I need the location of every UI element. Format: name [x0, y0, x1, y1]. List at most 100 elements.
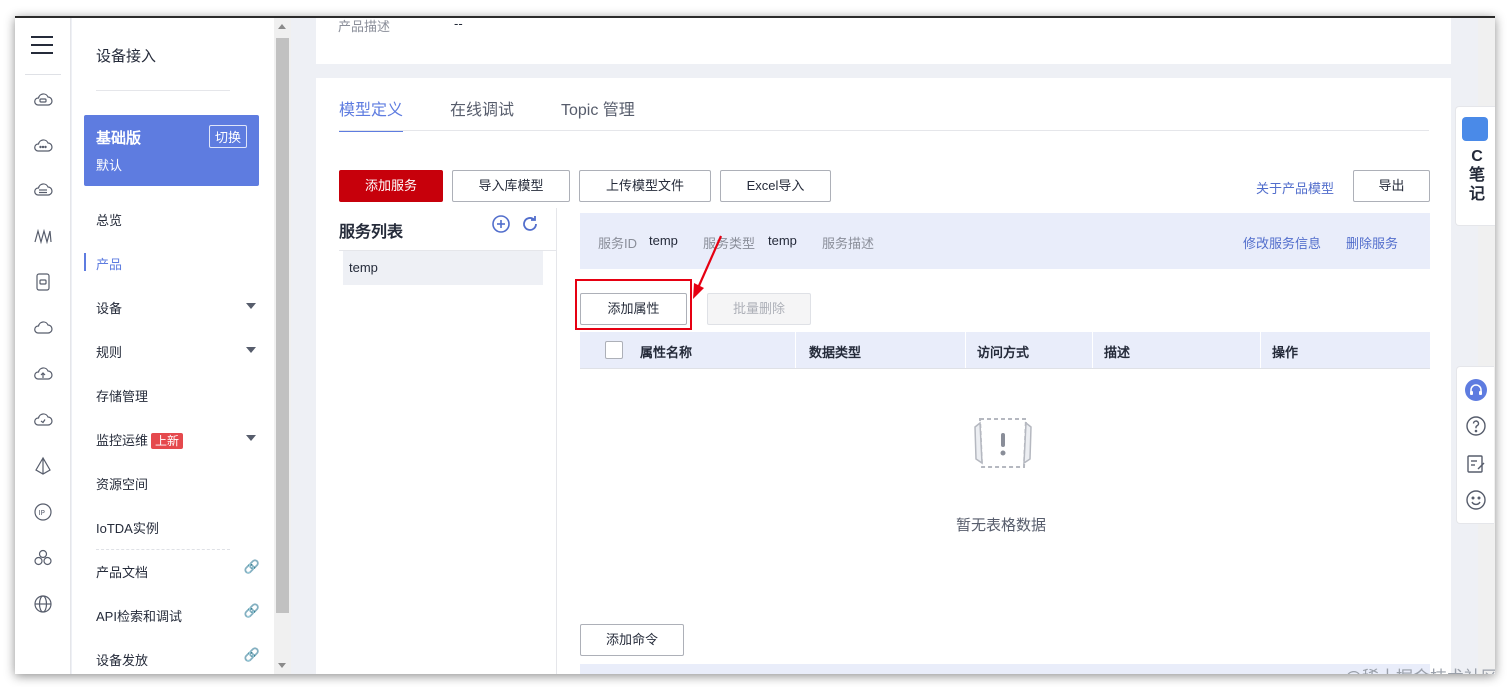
refresh-icon[interactable] [520, 214, 540, 234]
sidebar-item-label: 总览 [96, 213, 123, 228]
sidebar-scrollbar[interactable] [274, 18, 291, 674]
sidebar-divider [96, 90, 230, 91]
column-header: 属性名称 [640, 345, 693, 360]
device-icon[interactable] [33, 272, 53, 292]
product-description-value: -- [454, 16, 463, 31]
caret-down-icon [246, 347, 256, 353]
sidebar-item-device-provisioning[interactable]: 设备发放 🔗 [72, 643, 274, 673]
tab-divider [339, 130, 1429, 131]
sidebar-item-label: 存储管理 [96, 389, 149, 404]
column-divider [1260, 332, 1261, 368]
sidebar-item-product-docs[interactable]: 产品文档 🔗 [72, 555, 274, 585]
help-icon[interactable] [1465, 415, 1487, 437]
external-link-icon: 🔗 [243, 603, 260, 618]
sidebar-item-label: 资源空间 [96, 477, 149, 492]
edition-card: 基础版 默认 切换 [84, 115, 259, 186]
edition-instance: 默认 [96, 158, 123, 173]
empty-data-icon [974, 418, 1032, 468]
edition-switch-button[interactable]: 切换 [208, 125, 247, 148]
property-table-header: 属性名称 数据类型 访问方式 描述 操作 [580, 332, 1430, 368]
edit-note-icon[interactable] [1465, 453, 1487, 475]
ip-icon[interactable]: IP [33, 502, 53, 522]
upload-model-file-button[interactable]: 上传模型文件 [579, 170, 711, 202]
sidebar-item-label: 设备发放 [96, 653, 149, 668]
sidebar-item-label: IoTDA实例 [96, 521, 159, 536]
excel-import-button[interactable]: Excel导入 [720, 170, 831, 202]
sidebar-item-overview[interactable]: 总览 [72, 203, 274, 233]
sidebar: 设备接入 基础版 默认 切换 总览 产品 设备 规则 存储管理 监控运维 上新 资… [72, 18, 274, 674]
menu-icon[interactable] [31, 36, 53, 56]
service-id-value: temp [649, 233, 678, 248]
monitor-cloud-icon[interactable] [33, 410, 53, 430]
sidebar-item-label: 监控运维 [96, 433, 149, 448]
empty-table-text: 暂无表格数据 [956, 517, 1047, 534]
sidebar-item-label: 设备 [96, 301, 123, 316]
tab-model-definition[interactable]: 模型定义 [339, 96, 404, 132]
wave-icon[interactable] [33, 226, 53, 246]
sidebar-item-product[interactable]: 产品 [72, 247, 274, 277]
edit-service-link[interactable]: 修改服务信息 [1243, 233, 1321, 252]
service-list-panel: 服务列表 temp [339, 208, 557, 674]
model-definition-card: 模型定义 在线调试 Topic 管理 添加服务 导入库模型 上传模型文件 Exc… [316, 78, 1451, 674]
new-badge: 上新 [151, 433, 184, 449]
headset-icon[interactable] [1465, 379, 1487, 401]
globe-icon[interactable] [33, 594, 53, 614]
external-link-icon: 🔗 [243, 559, 260, 574]
sidebar-item-label: 产品文档 [96, 565, 149, 580]
column-header: 描述 [1104, 345, 1131, 360]
rail-divider [25, 74, 61, 75]
sidebar-title: 设备接入 [96, 48, 157, 65]
scroll-up-icon[interactable] [278, 24, 286, 29]
add-service-button[interactable]: 添加服务 [339, 170, 443, 202]
add-circle-icon[interactable] [491, 214, 511, 234]
sidebar-item-label: API检索和调试 [96, 609, 182, 624]
cloud-service-icon[interactable] [33, 90, 53, 110]
column-header: 数据类型 [809, 345, 862, 360]
edition-name: 基础版 [96, 130, 142, 147]
column-divider [795, 332, 796, 368]
upload-cloud-icon[interactable] [33, 364, 53, 384]
batch-delete-button[interactable]: 批量删除 [707, 293, 811, 325]
product-info-card: 产品描述 -- [316, 18, 1451, 64]
database-cloud-icon[interactable] [33, 180, 53, 200]
scroll-down-icon[interactable] [278, 663, 286, 668]
delete-service-link[interactable]: 删除服务 [1346, 233, 1398, 252]
export-button[interactable]: 导出 [1353, 170, 1430, 202]
sidebar-item-resource-space[interactable]: 资源空间 [72, 467, 274, 497]
add-command-button[interactable]: 添加命令 [580, 624, 684, 656]
cloud-icon[interactable] [33, 136, 53, 156]
caret-down-icon [246, 303, 256, 309]
tab-topic-management[interactable]: Topic 管理 [561, 96, 635, 130]
sidebar-item-label: 规则 [96, 345, 123, 360]
table-divider [580, 368, 1430, 369]
import-library-model-button[interactable]: 导入库模型 [452, 170, 570, 202]
sidebar-item-label: 产品 [96, 257, 123, 272]
service-list-item[interactable]: temp [343, 251, 543, 285]
floating-toolbar [1456, 366, 1494, 524]
tab-online-debug[interactable]: 在线调试 [450, 96, 514, 130]
column-divider [965, 332, 966, 368]
sidebar-item-storage[interactable]: 存储管理 [72, 379, 274, 409]
sidebar-item-monitoring[interactable]: 监控运维 上新 [72, 423, 274, 453]
pyramid-icon[interactable] [33, 456, 53, 476]
cloud-outline-icon[interactable] [33, 318, 53, 338]
about-product-model-link[interactable]: 关于产品模型 [1256, 178, 1334, 197]
note-widget-label: C笔记 [1468, 148, 1485, 203]
product-description-label: 产品描述 [338, 19, 391, 34]
smile-icon[interactable] [1465, 489, 1487, 511]
app-window: IP 设备接入 基础版 默认 切换 总览 产品 设备 规则 存储管理 监控运维上… [15, 16, 1495, 674]
sidebar-item-device[interactable]: 设备 [72, 291, 274, 321]
command-table-header [580, 664, 1430, 674]
cluster-icon[interactable] [33, 548, 53, 568]
sidebar-item-iotda-instance[interactable]: IoTDA实例 [72, 511, 274, 541]
external-link-icon: 🔗 [243, 647, 260, 662]
sidebar-item-api-explorer[interactable]: API检索和调试 🔗 [72, 599, 274, 629]
select-all-checkbox[interactable] [605, 341, 623, 359]
service-type-value: temp [768, 233, 797, 248]
service-name: temp [349, 260, 378, 275]
service-list-title: 服务列表 [339, 224, 404, 241]
sidebar-item-rules[interactable]: 规则 [72, 335, 274, 365]
scrollbar-thumb[interactable] [276, 38, 289, 613]
note-widget[interactable]: C笔记 [1455, 106, 1495, 226]
add-property-button[interactable]: 添加属性 [580, 293, 687, 325]
